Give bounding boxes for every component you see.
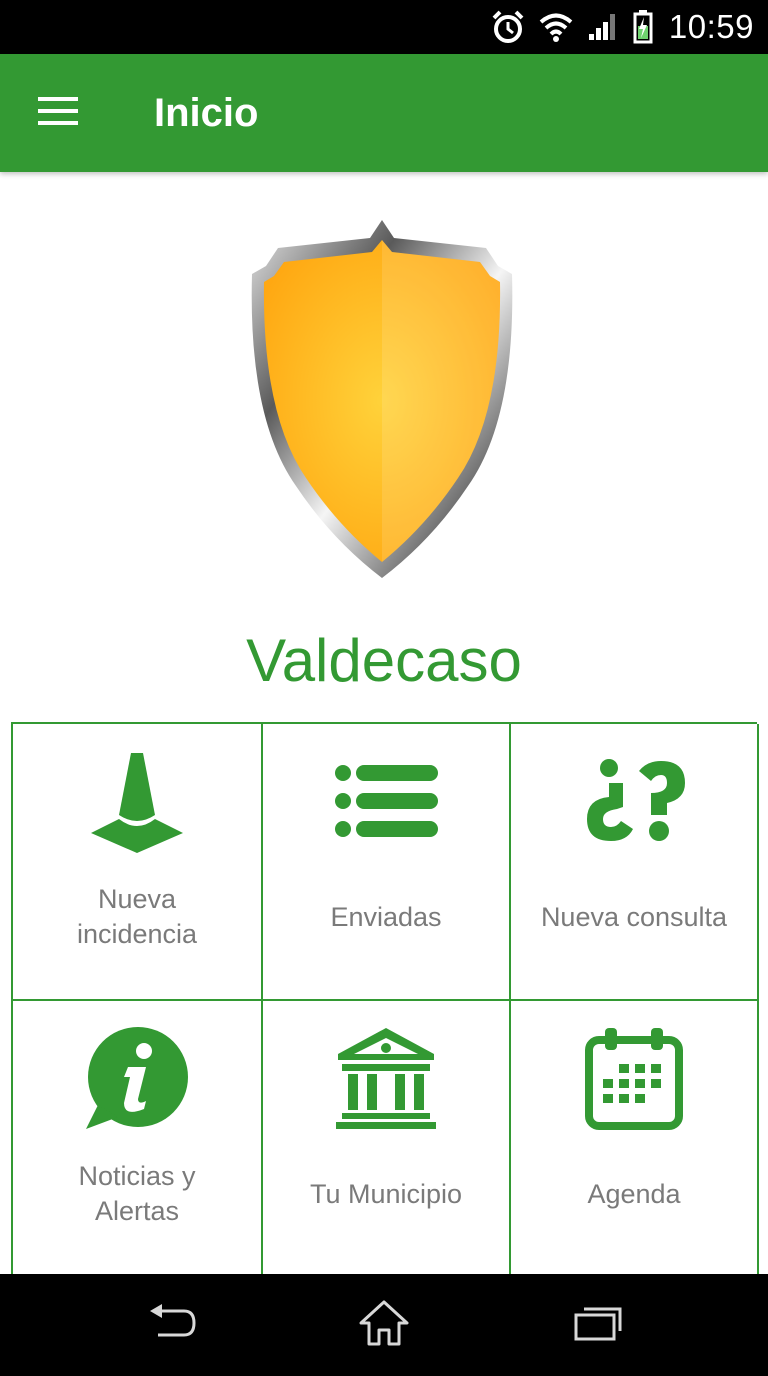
menu-button[interactable] <box>28 84 88 142</box>
tile-label: Tu Municipio <box>309 1179 463 1209</box>
page-title: Inicio <box>154 91 259 135</box>
traffic-cone-icon <box>89 749 185 858</box>
tile-label: Nueva consulta <box>540 902 728 932</box>
back-icon <box>146 1303 198 1348</box>
status-bar: 10:59 <box>0 0 768 54</box>
back-button[interactable] <box>140 1296 204 1354</box>
news-alerts-tile[interactable]: Noticias y Alertas <box>13 1001 263 1277</box>
shield-crest <box>236 218 528 580</box>
tile-label: Enviadas <box>330 902 442 932</box>
agenda-tile[interactable]: Agenda <box>511 1001 759 1277</box>
recent-apps-button[interactable] <box>566 1296 630 1354</box>
app-bar: Inicio <box>0 54 768 172</box>
hamburger-menu-icon <box>38 96 78 130</box>
signal-icon <box>587 12 619 42</box>
wifi-icon <box>539 12 573 42</box>
new-incident-tile[interactable]: Nueva incidencia <box>13 724 263 1001</box>
home-button[interactable] <box>352 1296 416 1354</box>
new-query-tile[interactable]: Nueva consulta <box>511 724 759 1001</box>
status-time: 10:59 <box>668 8 754 45</box>
town-name: Valdecaso <box>246 627 522 694</box>
recent-apps-icon <box>572 1303 624 1348</box>
tile-label: Noticias y Alertas <box>78 1161 196 1226</box>
town-hall-icon <box>334 1026 438 1135</box>
status-icons: 10:59 <box>491 0 754 54</box>
municipality-tile[interactable]: Tu Municipio <box>263 1001 511 1277</box>
sent-tile[interactable]: Enviadas <box>263 724 511 1001</box>
list-icon <box>334 764 438 843</box>
info-bubble-icon <box>84 1025 190 1136</box>
calendar-icon <box>585 1026 683 1135</box>
tile-label: Agenda <box>587 1179 681 1209</box>
navigation-bar <box>0 1274 768 1376</box>
home-icon <box>358 1299 410 1352</box>
question-marks-icon <box>581 758 687 848</box>
tile-label: Nueva incidencia <box>76 884 198 949</box>
menu-grid: Nueva incidencia Enviadas Nueva consulta… <box>11 722 759 1277</box>
battery-charging-icon <box>633 10 653 44</box>
alarm-icon <box>491 9 525 45</box>
